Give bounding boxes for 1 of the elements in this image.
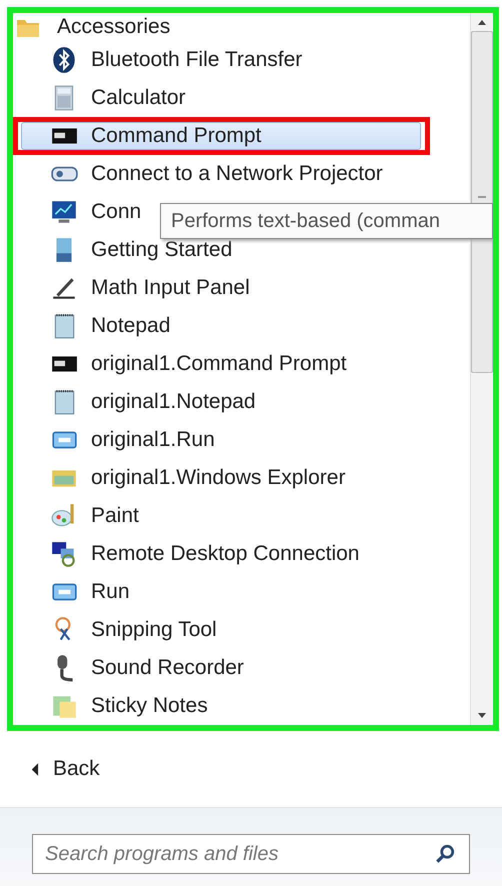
tooltip: Performs text-based (comman xyxy=(160,203,493,239)
